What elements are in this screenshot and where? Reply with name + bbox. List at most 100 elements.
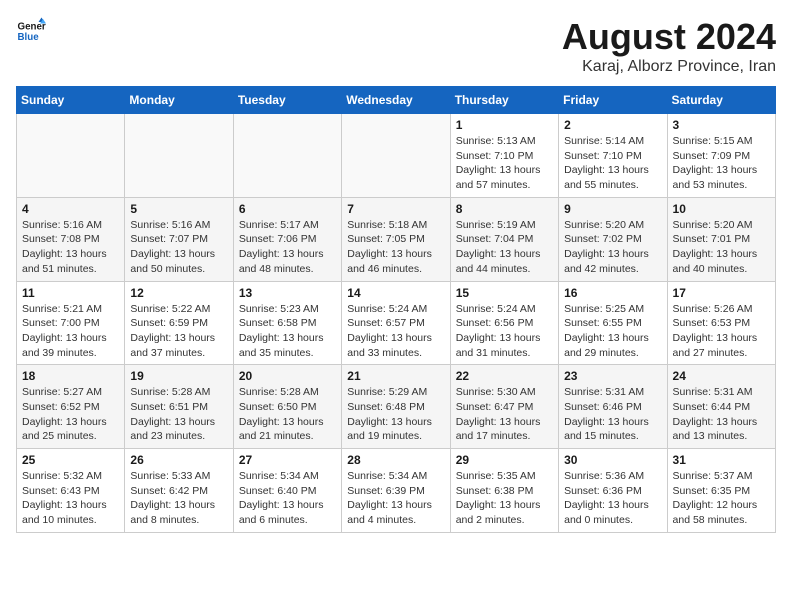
- week-row-2: 4 Sunrise: 5:16 AMSunset: 7:08 PMDaylight…: [17, 197, 776, 281]
- calendar-cell: 10 Sunrise: 5:20 AMSunset: 7:01 PMDayligh…: [667, 197, 775, 281]
- day-number: 3: [673, 118, 770, 132]
- month-title: August 2024: [562, 16, 776, 58]
- week-row-3: 11 Sunrise: 5:21 AMSunset: 7:00 PMDayligh…: [17, 281, 776, 365]
- day-number: 27: [239, 453, 336, 467]
- day-number: 28: [347, 453, 444, 467]
- calendar-cell: 27 Sunrise: 5:34 AMSunset: 6:40 PMDayligh…: [233, 449, 341, 533]
- calendar-header-row: SundayMondayTuesdayWednesdayThursdayFrid…: [17, 87, 776, 114]
- calendar-cell: 19 Sunrise: 5:28 AMSunset: 6:51 PMDayligh…: [125, 365, 233, 449]
- day-info: Sunrise: 5:13 AMSunset: 7:10 PMDaylight:…: [456, 134, 553, 193]
- day-info: Sunrise: 5:31 AMSunset: 6:46 PMDaylight:…: [564, 385, 661, 444]
- calendar-cell: 6Sunrise: 5:17 AMSunset: 7:06 PMDaylight…: [233, 197, 341, 281]
- day-number: 30: [564, 453, 661, 467]
- weekday-header-wednesday: Wednesday: [342, 87, 450, 114]
- day-info: Sunrise: 5:23 AMSunset: 6:58 PMDaylight:…: [239, 302, 336, 361]
- calendar-cell: [342, 114, 450, 198]
- svg-text:Blue: Blue: [18, 32, 40, 43]
- day-info: Sunrise: 5:26 AMSunset: 6:53 PMDaylight:…: [673, 302, 770, 361]
- calendar-cell: 5 Sunrise: 5:16 AMSunset: 7:07 PMDaylight…: [125, 197, 233, 281]
- day-number: 16: [564, 286, 661, 300]
- week-row-5: 25 Sunrise: 5:32 AMSunset: 6:43 PMDayligh…: [17, 449, 776, 533]
- calendar-table: SundayMondayTuesdayWednesdayThursdayFrid…: [16, 86, 776, 533]
- day-number: 5: [130, 202, 227, 216]
- calendar-cell: 28 Sunrise: 5:34 AMSunset: 6:39 PMDayligh…: [342, 449, 450, 533]
- day-info: Sunrise: 5:30 AMSunset: 6:47 PMDaylight:…: [456, 385, 553, 444]
- day-number: 11: [22, 286, 119, 300]
- day-info: Sunrise: 5:21 AMSunset: 7:00 PMDaylight:…: [22, 302, 119, 361]
- calendar-cell: 4 Sunrise: 5:16 AMSunset: 7:08 PMDaylight…: [17, 197, 125, 281]
- day-info: Sunrise: 5:34 AMSunset: 6:39 PMDaylight:…: [347, 469, 444, 528]
- calendar-cell: 29 Sunrise: 5:35 AMSunset: 6:38 PMDayligh…: [450, 449, 558, 533]
- day-info: Sunrise: 5:15 AMSunset: 7:09 PMDaylight:…: [673, 134, 770, 193]
- day-number: 20: [239, 369, 336, 383]
- day-number: 29: [456, 453, 553, 467]
- day-number: 17: [673, 286, 770, 300]
- calendar-cell: 15 Sunrise: 5:24 AMSunset: 6:56 PMDayligh…: [450, 281, 558, 365]
- page-header: General Blue August 2024 Karaj, Alborz P…: [16, 16, 776, 76]
- day-number: 4: [22, 202, 119, 216]
- day-info: Sunrise: 5:16 AMSunset: 7:07 PMDaylight:…: [130, 218, 227, 277]
- day-info: Sunrise: 5:18 AMSunset: 7:05 PMDaylight:…: [347, 218, 444, 277]
- day-info: Sunrise: 5:35 AMSunset: 6:38 PMDaylight:…: [456, 469, 553, 528]
- calendar-cell: [17, 114, 125, 198]
- calendar-cell: 13 Sunrise: 5:23 AMSunset: 6:58 PMDayligh…: [233, 281, 341, 365]
- calendar-cell: [233, 114, 341, 198]
- day-info: Sunrise: 5:32 AMSunset: 6:43 PMDaylight:…: [22, 469, 119, 528]
- day-info: Sunrise: 5:16 AMSunset: 7:08 PMDaylight:…: [22, 218, 119, 277]
- calendar-cell: 22Sunrise: 5:30 AMSunset: 6:47 PMDayligh…: [450, 365, 558, 449]
- weekday-header-saturday: Saturday: [667, 87, 775, 114]
- day-info: Sunrise: 5:20 AMSunset: 7:01 PMDaylight:…: [673, 218, 770, 277]
- day-info: Sunrise: 5:28 AMSunset: 6:50 PMDaylight:…: [239, 385, 336, 444]
- day-info: Sunrise: 5:28 AMSunset: 6:51 PMDaylight:…: [130, 385, 227, 444]
- calendar-cell: 1Sunrise: 5:13 AMSunset: 7:10 PMDaylight…: [450, 114, 558, 198]
- calendar-cell: 8 Sunrise: 5:19 AMSunset: 7:04 PMDaylight…: [450, 197, 558, 281]
- location-subtitle: Karaj, Alborz Province, Iran: [562, 58, 776, 76]
- calendar-cell: 2Sunrise: 5:14 AMSunset: 7:10 PMDaylight…: [559, 114, 667, 198]
- day-number: 26: [130, 453, 227, 467]
- calendar-cell: 11 Sunrise: 5:21 AMSunset: 7:00 PMDayligh…: [17, 281, 125, 365]
- day-number: 2: [564, 118, 661, 132]
- calendar-cell: 26 Sunrise: 5:33 AMSunset: 6:42 PMDayligh…: [125, 449, 233, 533]
- calendar-cell: 12 Sunrise: 5:22 AMSunset: 6:59 PMDayligh…: [125, 281, 233, 365]
- day-info: Sunrise: 5:34 AMSunset: 6:40 PMDaylight:…: [239, 469, 336, 528]
- logo: General Blue: [16, 16, 46, 46]
- calendar-cell: 25 Sunrise: 5:32 AMSunset: 6:43 PMDayligh…: [17, 449, 125, 533]
- week-row-4: 18Sunrise: 5:27 AMSunset: 6:52 PMDayligh…: [17, 365, 776, 449]
- day-number: 23: [564, 369, 661, 383]
- day-number: 13: [239, 286, 336, 300]
- title-block: August 2024 Karaj, Alborz Province, Iran: [562, 16, 776, 76]
- day-info: Sunrise: 5:37 AMSunset: 6:35 PMDaylight:…: [673, 469, 770, 528]
- day-number: 12: [130, 286, 227, 300]
- day-info: Sunrise: 5:20 AMSunset: 7:02 PMDaylight:…: [564, 218, 661, 277]
- day-number: 19: [130, 369, 227, 383]
- calendar-cell: 9 Sunrise: 5:20 AMSunset: 7:02 PMDaylight…: [559, 197, 667, 281]
- day-info: Sunrise: 5:22 AMSunset: 6:59 PMDaylight:…: [130, 302, 227, 361]
- calendar-cell: 14 Sunrise: 5:24 AMSunset: 6:57 PMDayligh…: [342, 281, 450, 365]
- day-info: Sunrise: 5:24 AMSunset: 6:56 PMDaylight:…: [456, 302, 553, 361]
- day-info: Sunrise: 5:31 AMSunset: 6:44 PMDaylight:…: [673, 385, 770, 444]
- calendar-cell: 17 Sunrise: 5:26 AMSunset: 6:53 PMDayligh…: [667, 281, 775, 365]
- day-number: 10: [673, 202, 770, 216]
- day-number: 25: [22, 453, 119, 467]
- day-number: 14: [347, 286, 444, 300]
- day-number: 18: [22, 369, 119, 383]
- day-info: Sunrise: 5:24 AMSunset: 6:57 PMDaylight:…: [347, 302, 444, 361]
- day-number: 24: [673, 369, 770, 383]
- calendar-cell: 30Sunrise: 5:36 AMSunset: 6:36 PMDayligh…: [559, 449, 667, 533]
- day-info: Sunrise: 5:33 AMSunset: 6:42 PMDaylight:…: [130, 469, 227, 528]
- day-number: 9: [564, 202, 661, 216]
- calendar-cell: 20 Sunrise: 5:28 AMSunset: 6:50 PMDayligh…: [233, 365, 341, 449]
- calendar-cell: 31 Sunrise: 5:37 AMSunset: 6:35 PMDayligh…: [667, 449, 775, 533]
- day-number: 7: [347, 202, 444, 216]
- day-number: 8: [456, 202, 553, 216]
- calendar-cell: 7 Sunrise: 5:18 AMSunset: 7:05 PMDaylight…: [342, 197, 450, 281]
- day-info: Sunrise: 5:17 AMSunset: 7:06 PMDaylight:…: [239, 218, 336, 277]
- day-number: 15: [456, 286, 553, 300]
- day-info: Sunrise: 5:19 AMSunset: 7:04 PMDaylight:…: [456, 218, 553, 277]
- day-number: 31: [673, 453, 770, 467]
- calendar-cell: 16Sunrise: 5:25 AMSunset: 6:55 PMDayligh…: [559, 281, 667, 365]
- logo-icon: General Blue: [16, 16, 46, 46]
- week-row-1: 1Sunrise: 5:13 AMSunset: 7:10 PMDaylight…: [17, 114, 776, 198]
- calendar-cell: 21Sunrise: 5:29 AMSunset: 6:48 PMDayligh…: [342, 365, 450, 449]
- weekday-header-sunday: Sunday: [17, 87, 125, 114]
